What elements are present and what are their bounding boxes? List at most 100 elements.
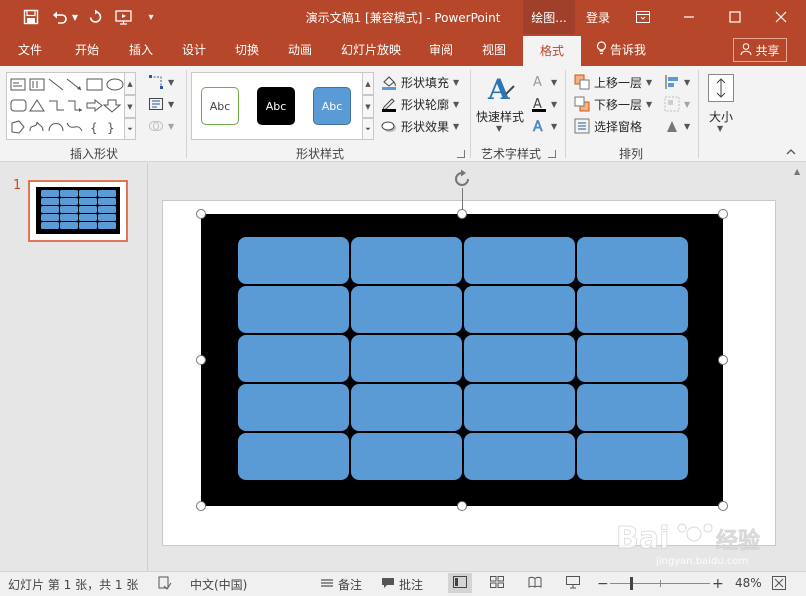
ribbon-display-options-icon[interactable]	[620, 0, 666, 34]
save-icon[interactable]	[20, 7, 42, 27]
comments-button[interactable]: 批注	[381, 576, 423, 593]
start-slideshow-icon[interactable]	[113, 7, 135, 27]
notes-button[interactable]: 备注	[320, 576, 362, 593]
slideshow-view-icon[interactable]	[566, 576, 580, 589]
text-effects-button[interactable]: A ▼	[531, 116, 557, 136]
shape-styles-launcher-icon[interactable]	[457, 150, 465, 158]
slide-count-status[interactable]: 幻灯片 第 1 张，共 1 张	[8, 576, 138, 593]
blue-rounded-rect[interactable]	[577, 286, 688, 333]
styles-scroll-down-icon[interactable]: ▼	[362, 95, 374, 118]
blue-rounded-rect[interactable]	[351, 335, 462, 382]
blue-rounded-rect[interactable]	[464, 433, 575, 480]
blue-rounded-rect[interactable]	[238, 433, 349, 480]
resize-handle-top[interactable]	[457, 209, 467, 219]
bring-forward-button[interactable]: 上移一层 ▼	[574, 72, 652, 92]
blue-rounded-rect[interactable]	[351, 384, 462, 431]
shapes-more-icon[interactable]: ⏷	[124, 118, 136, 140]
blue-rounded-rect[interactable]	[238, 335, 349, 382]
selection-pane-button[interactable]: 选择窗格	[574, 116, 642, 136]
tab-animations[interactable]: 动画	[277, 34, 323, 66]
style-thumb-black[interactable]: Abc	[257, 87, 295, 125]
blue-rounded-rect[interactable]	[577, 384, 688, 431]
style-thumb-blue[interactable]: Abc	[313, 87, 351, 125]
fit-to-window-icon[interactable]	[772, 576, 786, 590]
collapse-ribbon-icon[interactable]	[785, 146, 797, 156]
blue-rounded-rect[interactable]	[577, 335, 688, 382]
styles-scroll-up-icon[interactable]: ▲	[362, 72, 374, 95]
resize-handle-left[interactable]	[196, 355, 206, 365]
shape-fill-button[interactable]: 形状填充 ▼	[381, 72, 459, 92]
tab-insert[interactable]: 插入	[118, 34, 164, 66]
blue-rounded-rect[interactable]	[577, 433, 688, 480]
maximize-icon[interactable]	[712, 0, 758, 34]
shapes-scroll-up-icon[interactable]: ▲	[124, 72, 136, 95]
tab-transitions[interactable]: 切换	[224, 34, 270, 66]
merge-shapes-button[interactable]: ▼	[148, 116, 174, 136]
tab-file[interactable]: 文件	[8, 34, 52, 66]
blue-rounded-rect[interactable]	[464, 237, 575, 284]
language-status[interactable]: 中文(中国)	[190, 576, 247, 593]
resize-handle-right[interactable]	[718, 355, 728, 365]
undo-icon[interactable]	[50, 7, 70, 27]
blue-rounded-rect[interactable]	[577, 237, 688, 284]
shapes-scroll-down-icon[interactable]: ▼	[124, 95, 136, 118]
vertical-scrollbar[interactable]: ▲	[791, 163, 806, 571]
size-button[interactable]: 大小 ▼	[704, 72, 738, 138]
tell-me-search[interactable]: 告诉我	[596, 34, 646, 66]
tab-format[interactable]: 格式	[523, 36, 581, 66]
draw-text-box-button[interactable]: ▼	[148, 94, 174, 114]
reading-view-icon[interactable]	[528, 576, 542, 588]
share-button[interactable]: 共享	[733, 38, 787, 62]
tab-slideshow[interactable]: 幻灯片放映	[334, 34, 408, 66]
zoom-level[interactable]: 48%	[735, 576, 762, 590]
quick-styles-button[interactable]: A 快速样式 ▼	[474, 72, 526, 138]
shapes-gallery[interactable]: { } ▲ ▼ ⏷	[6, 72, 136, 140]
styles-more-icon[interactable]: ⏷	[362, 118, 374, 140]
resize-handle-bottom-right[interactable]	[718, 501, 728, 511]
blue-rounded-rect[interactable]	[238, 237, 349, 284]
slide-sorter-icon[interactable]	[490, 576, 504, 588]
edit-shape-button[interactable]: ▼	[148, 72, 174, 92]
redo-icon[interactable]	[85, 7, 105, 27]
contextual-tab-label[interactable]: 绘图...	[523, 0, 575, 34]
shape-style-gallery[interactable]: Abc Abc Abc	[191, 72, 363, 140]
login-link[interactable]: 登录	[586, 9, 610, 26]
tab-view[interactable]: 视图	[471, 34, 517, 66]
tab-design[interactable]: 设计	[171, 34, 217, 66]
slide-thumbnail[interactable]	[28, 180, 128, 242]
shape-effects-button[interactable]: 形状效果 ▼	[381, 116, 459, 136]
undo-dropdown-icon[interactable]: ▼	[70, 7, 80, 27]
send-backward-button[interactable]: 下移一层 ▼	[574, 94, 652, 114]
text-outline-button[interactable]: A ▼	[531, 94, 557, 114]
text-fill-button[interactable]: A ▼	[531, 72, 557, 92]
blue-rounded-rect[interactable]	[238, 384, 349, 431]
scroll-up-icon[interactable]: ▲	[794, 167, 800, 176]
spelling-check-icon[interactable]	[158, 576, 172, 590]
blue-rounded-rect[interactable]	[464, 384, 575, 431]
style-thumb-outline-green[interactable]: Abc	[201, 87, 239, 125]
tab-review[interactable]: 审阅	[418, 34, 464, 66]
blue-rounded-rect[interactable]	[351, 433, 462, 480]
zoom-slider[interactable]	[610, 577, 710, 590]
normal-view-button[interactable]	[448, 573, 472, 593]
zoom-out-icon[interactable]: −	[597, 576, 609, 592]
close-icon[interactable]	[758, 0, 804, 34]
blue-rounded-rect[interactable]	[464, 286, 575, 333]
resize-handle-bottom[interactable]	[457, 501, 467, 511]
resize-handle-top-right[interactable]	[718, 209, 728, 219]
resize-handle-bottom-left[interactable]	[196, 501, 206, 511]
rotation-handle-icon[interactable]	[451, 168, 473, 190]
blue-rounded-rect[interactable]	[464, 335, 575, 382]
blue-rounded-rect[interactable]	[351, 237, 462, 284]
blue-rounded-rect[interactable]	[351, 286, 462, 333]
blue-rounded-rect[interactable]	[238, 286, 349, 333]
customize-qat-icon[interactable]: ▾	[144, 7, 158, 27]
shape-outline-button[interactable]: 形状轮廓 ▼	[381, 94, 459, 114]
rotate-button[interactable]: ▼	[664, 116, 690, 136]
zoom-slider-thumb[interactable]	[630, 577, 633, 590]
resize-handle-top-left[interactable]	[196, 209, 206, 219]
wordart-styles-launcher-icon[interactable]	[548, 150, 556, 158]
group-objects-button[interactable]: ▼	[664, 94, 690, 114]
align-button[interactable]: ▼	[664, 72, 690, 92]
minimize-icon[interactable]	[666, 0, 712, 34]
